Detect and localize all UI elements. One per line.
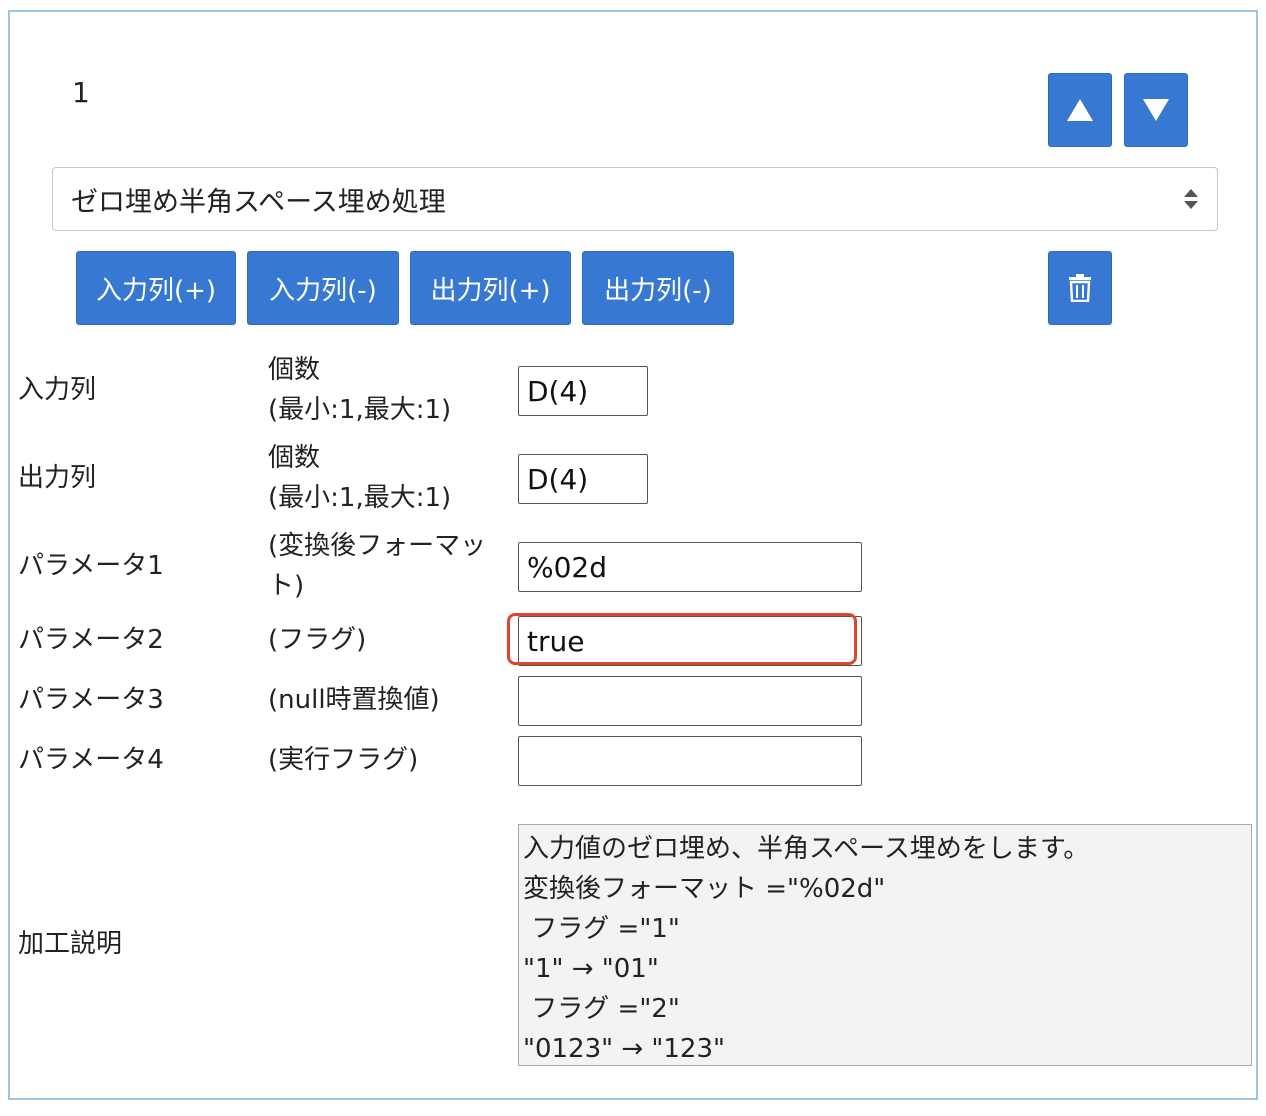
delete-step-button[interactable] bbox=[1048, 251, 1112, 325]
output-column-hint: 個数 (最小:1,最大:1) bbox=[268, 438, 451, 518]
input-column-hint-line1: 個数 bbox=[268, 355, 321, 385]
add-output-column-button[interactable]: 出力列(+) bbox=[410, 251, 571, 325]
output-column-label: 出力列 bbox=[18, 463, 97, 493]
processing-type-value: ゼロ埋め半角スペース埋め処理 bbox=[71, 186, 446, 218]
param1-hint-line1: (変換後フォーマッ bbox=[268, 531, 487, 561]
input-column-label: 入力列 bbox=[18, 375, 97, 405]
input-column-hint-line2: (最小:1,最大:1) bbox=[268, 395, 452, 425]
remove-output-column-button[interactable]: 出力列(-) bbox=[582, 251, 734, 325]
param2-hint: (フラグ) bbox=[268, 625, 367, 655]
param4-label: パラメータ4 bbox=[18, 745, 164, 775]
description-label: 加工説明 bbox=[18, 929, 123, 959]
input-column-hint: 個数 (最小:1,最大:1) bbox=[268, 350, 451, 430]
triangle-down-icon bbox=[1143, 99, 1169, 121]
processing-step-panel: 1 ゼロ埋め半角スペース埋め処理 入力列(+) 入力列(-) 出力列(+) 出力… bbox=[8, 10, 1258, 1100]
move-down-button[interactable] bbox=[1124, 73, 1188, 147]
param4-hint: (実行フラグ) bbox=[268, 745, 419, 775]
param2-label: パラメータ2 bbox=[18, 625, 164, 655]
param2-highlight bbox=[507, 613, 857, 665]
description-textarea[interactable]: 入力値のゼロ埋め、半角スペース埋めをします。 変換後フォーマット ="%02d"… bbox=[518, 824, 1252, 1066]
move-up-button[interactable] bbox=[1048, 73, 1112, 147]
step-number: 1 bbox=[72, 76, 90, 109]
param1-label: パラメータ1 bbox=[18, 551, 164, 581]
select-arrows-icon bbox=[1183, 186, 1199, 219]
param1-field[interactable]: %02d bbox=[518, 542, 862, 592]
input-column-field[interactable]: D(4) bbox=[518, 366, 648, 416]
param1-hint-line2: ト) bbox=[268, 571, 305, 601]
output-column-hint-line1: 個数 bbox=[268, 443, 321, 473]
remove-input-column-button[interactable]: 入力列(-) bbox=[247, 251, 399, 325]
processing-type-select[interactable]: ゼロ埋め半角スペース埋め処理 bbox=[52, 167, 1218, 231]
triangle-up-icon bbox=[1067, 99, 1093, 121]
output-column-field[interactable]: D(4) bbox=[518, 454, 648, 504]
param3-hint: (null時置換値) bbox=[268, 685, 440, 715]
trash-icon bbox=[1068, 274, 1092, 302]
output-column-hint-line2: (最小:1,最大:1) bbox=[268, 483, 452, 513]
param4-field[interactable] bbox=[518, 736, 862, 786]
param3-field[interactable] bbox=[518, 676, 862, 726]
param3-label: パラメータ3 bbox=[18, 685, 164, 715]
param1-hint: (変換後フォーマッ ト) bbox=[268, 526, 486, 606]
add-input-column-button[interactable]: 入力列(+) bbox=[76, 251, 236, 325]
